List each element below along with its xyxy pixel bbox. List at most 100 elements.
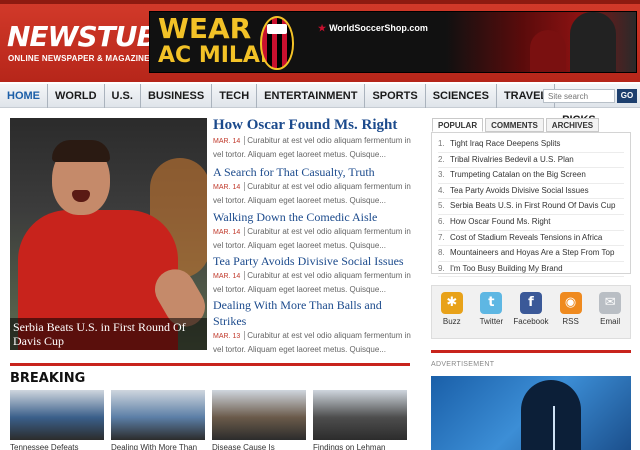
article-item: Dealing With More Than Balls and Strikes… <box>213 297 413 356</box>
banner-photo <box>446 12 636 72</box>
buzz-icon[interactable]: ✱ <box>440 292 463 314</box>
article-excerpt-text: Curabitur at est vel odio aliquam fermen… <box>213 227 411 250</box>
facebook-icon[interactable]: f <box>519 292 542 314</box>
share-label: Twitter <box>479 317 504 326</box>
article-excerpt-text: Curabitur at est vel odio aliquam fermen… <box>213 136 411 159</box>
popular-item-label[interactable]: Serbia Beats U.S. in First Round Of Davi… <box>450 201 615 210</box>
main-nav: HOME WORLD U.S. BUSINESS TECH ENTERTAINM… <box>0 84 640 126</box>
popular-item[interactable]: 7. Cost of Stadium Reveals Tensions in Af… <box>438 231 624 247</box>
sidebar-divider <box>431 350 631 353</box>
article-excerpt: MAR. 14 Curabitur at est vel odio aliquam… <box>213 134 413 161</box>
popular-item[interactable]: 4. Tea Party Avoids Divisive Social Issue… <box>438 184 624 200</box>
breaking-heading: BREAKING <box>10 371 86 386</box>
nav-item-sciences[interactable]: SCIENCES <box>426 84 497 108</box>
popular-item[interactable]: 3. Trumpeting Catalan on the Big Screen <box>438 168 624 184</box>
tab-comments[interactable]: COMMENTS <box>485 118 544 132</box>
breaking-caption[interactable]: Dealing With More Than <box>111 443 205 450</box>
popular-item-label[interactable]: Tight Iraq Race Deepens Splits <box>450 139 560 148</box>
popular-item[interactable]: 8. Mountaineers and Hoyas Are a Step From… <box>438 246 624 262</box>
article-item: How Oscar Found Ms. Right MAR. 14 Curabitu… <box>213 116 413 161</box>
twitter-icon[interactable]: t <box>480 292 503 314</box>
article-item: Tea Party Avoids Divisive Social Issues M… <box>213 253 413 296</box>
popular-item-label[interactable]: Tribal Rivalries Bedevil a U.S. Plan <box>450 155 574 164</box>
search-go-button[interactable]: GO <box>617 89 637 103</box>
breaking-caption[interactable]: Findings on Lehman <box>313 443 407 450</box>
popular-item-label[interactable]: How Oscar Found Ms. Right <box>450 217 550 226</box>
share-rss[interactable]: ◉ RSS <box>552 292 590 338</box>
article-date: MAR. 14 <box>213 184 241 191</box>
share-email[interactable]: ✉ Email <box>591 292 629 338</box>
popular-item-label[interactable]: I'm Too Busy Building My Brand <box>450 264 563 273</box>
popular-item[interactable]: 2. Tribal Rivalries Bedevil a U.S. Plan <box>438 153 624 169</box>
share-twitter[interactable]: t Twitter <box>472 292 510 338</box>
popular-item[interactable]: 9. I'm Too Busy Building My Brand <box>438 262 624 278</box>
article-excerpt: MAR. 13 Curabitur at est vel odio aliquam… <box>213 329 413 356</box>
share-label: Buzz <box>442 317 461 326</box>
email-icon[interactable]: ✉ <box>599 292 622 314</box>
breaking-thumbnail[interactable] <box>212 390 306 440</box>
tab-archives[interactable]: ARCHIVES <box>545 118 600 132</box>
popular-item-label[interactable]: Mountaineers and Hoyas Are a Step From T… <box>450 248 614 257</box>
popular-item[interactable]: 5. Serbia Beats U.S. in First Round Of Da… <box>438 199 624 215</box>
social-bar: ✱ Buzz t Twitter f Facebook ◉ RSS ✉ Email <box>431 285 631 339</box>
ad-banner[interactable]: WEAR AC MILAN ★ WorldSoccerShop.com <box>149 11 637 73</box>
popular-item[interactable]: 1. Tight Iraq Race Deepens Splits <box>438 137 624 153</box>
popular-item[interactable]: 6. How Oscar Found Ms. Right <box>438 215 624 231</box>
article-item: Walking Down the Comedic Aisle MAR. 14 Cur… <box>213 209 413 252</box>
site-header: NEWSTUBE ONLINE NEWSPAPER & MAGAZINE WEA… <box>0 0 640 82</box>
breaking-item[interactable]: Tennessee Defeats <box>10 390 104 450</box>
breaking-thumbnail[interactable] <box>111 390 205 440</box>
breaking-list: Tennessee Defeats Dealing With More Than D… <box>10 390 407 450</box>
breaking-caption[interactable]: Disease Cause Is <box>212 443 306 450</box>
ad-label: ADVERTISEMENT <box>431 361 495 368</box>
popular-panel: 1. Tight Iraq Race Deepens Splits 2. Tribal… <box>431 132 631 278</box>
popular-item-number: 9. <box>438 263 445 273</box>
popular-item-label[interactable]: Trumpeting Catalan on the Big Screen <box>450 170 586 179</box>
banner-line1: WEAR <box>158 12 252 45</box>
breaking-item[interactable]: Disease Cause Is <box>212 390 306 450</box>
popular-item-number: 5. <box>438 201 445 211</box>
popular-item-label[interactable]: Tea Party Avoids Divisive Social Issues <box>450 186 589 195</box>
article-date: MAR. 14 <box>213 138 241 145</box>
article-date: MAR. 14 <box>213 229 241 236</box>
article-title[interactable]: How Oscar Found Ms. Right <box>213 116 413 134</box>
nav-item-tech[interactable]: TECH <box>212 84 258 108</box>
popular-item-number: 6. <box>438 216 445 226</box>
nav-item-world[interactable]: WORLD <box>48 84 105 108</box>
nav-item-entertainment[interactable]: ENTERTAINMENT <box>257 84 366 108</box>
popular-item-number: 4. <box>438 185 445 195</box>
nav-item-home[interactable]: HOME <box>0 84 48 108</box>
rss-icon[interactable]: ◉ <box>559 292 582 314</box>
article-excerpt-text: Curabitur at est vel odio aliquam fermen… <box>213 331 411 354</box>
site-tagline: ONLINE NEWSPAPER & MAGAZINE <box>8 54 150 63</box>
article-excerpt: MAR. 14 Curabitur at est vel odio aliquam… <box>213 225 413 252</box>
article-date: MAR. 14 <box>213 273 241 280</box>
breaking-caption[interactable]: Tennessee Defeats <box>10 443 104 450</box>
popular-item-number: 3. <box>438 170 445 180</box>
share-facebook[interactable]: f Facebook <box>512 292 550 338</box>
article-title[interactable]: A Search for That Casualty, Truth <box>213 164 413 180</box>
nav-item-business[interactable]: BUSINESS <box>141 84 213 108</box>
sidebar-ad[interactable] <box>431 376 631 450</box>
feature-image[interactable]: Serbia Beats U.S. in First Round Of Davi… <box>10 118 207 350</box>
popular-item-label[interactable]: Cost of Stadium Reveals Tensions in Afri… <box>450 233 602 242</box>
breaking-item[interactable]: Dealing With More Than <box>111 390 205 450</box>
nav-item-us[interactable]: U.S. <box>105 84 141 108</box>
search-input[interactable] <box>543 89 615 103</box>
breaking-thumbnail[interactable] <box>10 390 104 440</box>
article-excerpt: MAR. 14 Curabitur at est vel odio aliquam… <box>213 269 413 296</box>
article-title[interactable]: Walking Down the Comedic Aisle <box>213 209 413 225</box>
breaking-item[interactable]: Findings on Lehman <box>313 390 407 450</box>
share-buzz[interactable]: ✱ Buzz <box>433 292 471 338</box>
tab-popular[interactable]: POPULAR <box>432 118 484 132</box>
article-title[interactable]: Tea Party Avoids Divisive Social Issues <box>213 253 413 269</box>
article-title[interactable]: Dealing With More Than Balls and Strikes <box>213 297 413 329</box>
popular-item-number: 8. <box>438 248 445 258</box>
section-divider <box>10 363 410 366</box>
nav-item-sports[interactable]: SPORTS <box>365 84 426 108</box>
breaking-thumbnail[interactable] <box>313 390 407 440</box>
star-icon: ★ <box>318 23 327 33</box>
feature-caption[interactable]: Serbia Beats U.S. in First Round Of Davi… <box>10 318 207 350</box>
article-item: A Search for That Casualty, Truth MAR. 14… <box>213 164 413 207</box>
popular-item-number: 2. <box>438 154 445 164</box>
